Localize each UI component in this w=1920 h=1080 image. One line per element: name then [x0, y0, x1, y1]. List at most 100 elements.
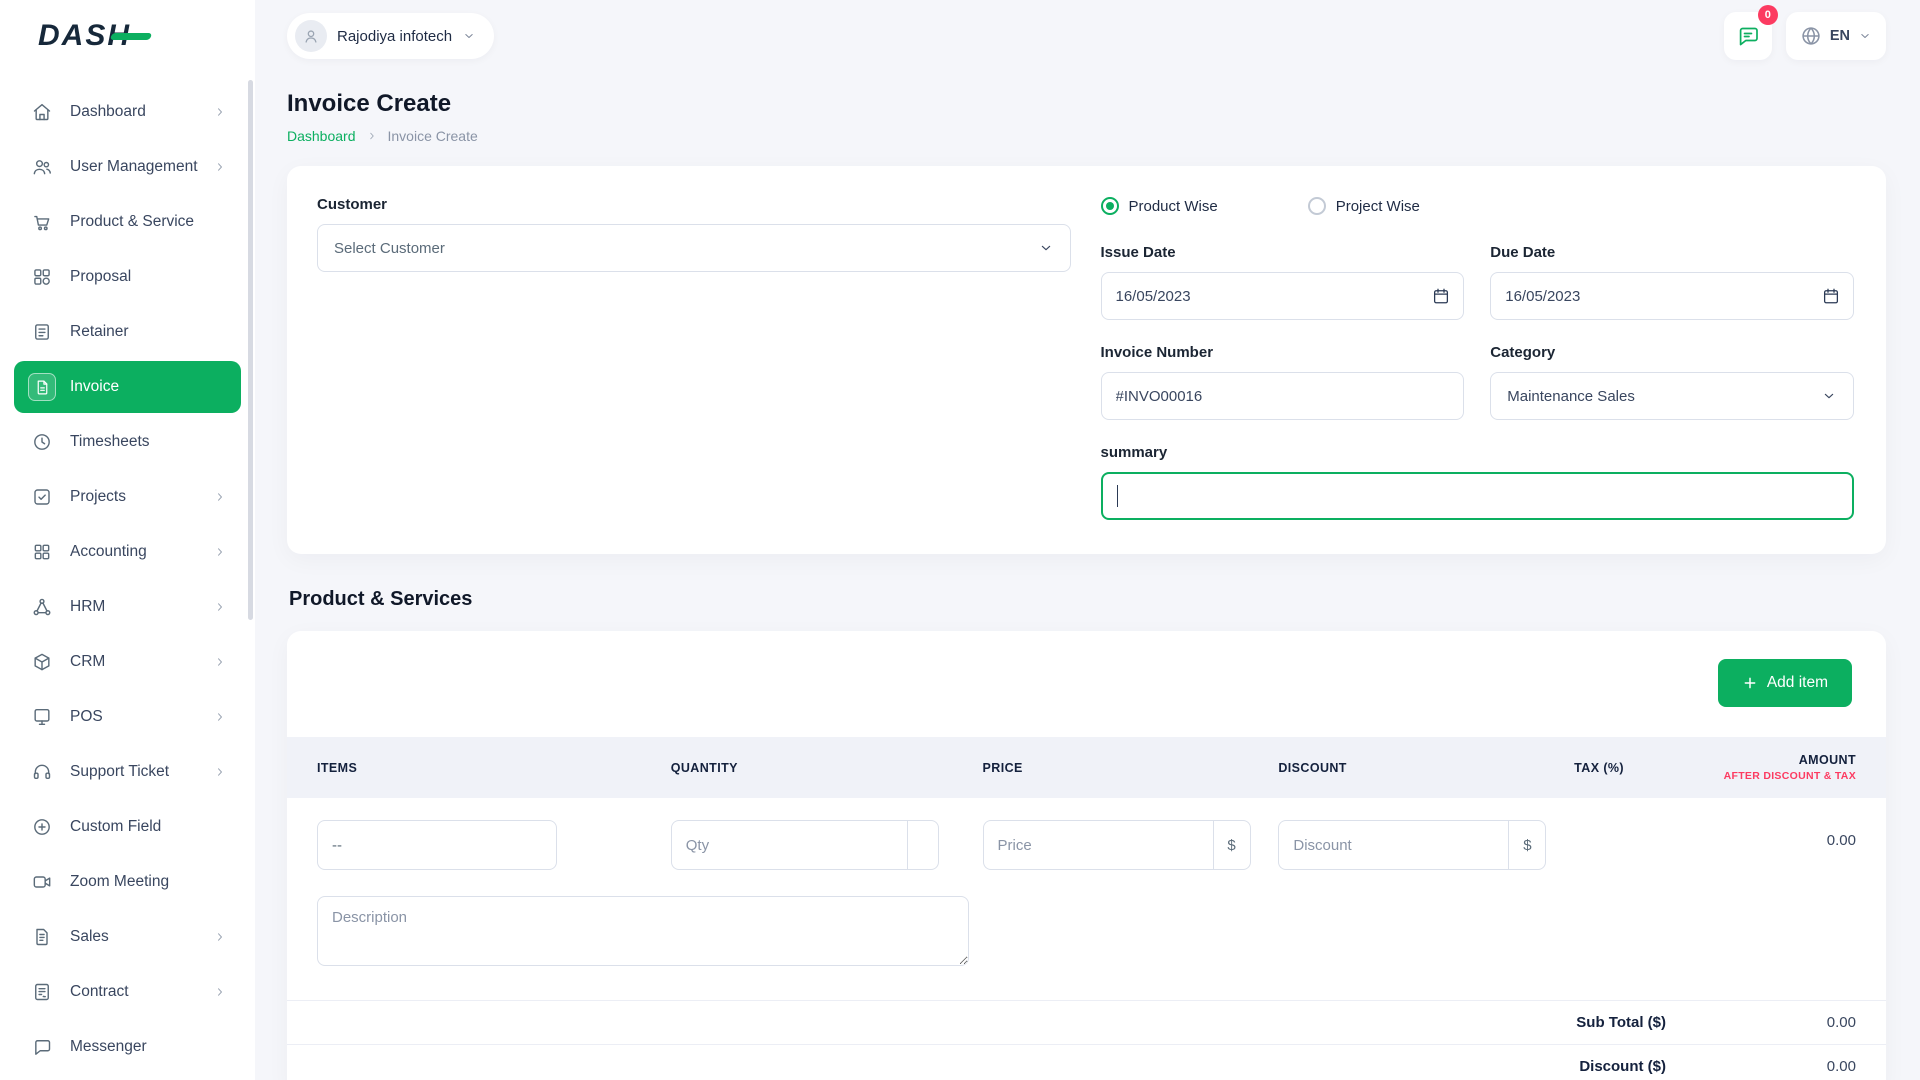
customer-select[interactable]: Select Customer	[317, 224, 1071, 272]
discount-group: $	[1278, 820, 1546, 870]
subtotal-row: Sub Total ($) 0.00	[287, 1000, 1886, 1044]
page-title: Invoice Create	[287, 90, 1886, 118]
sidebar-nav: Dashboard User Management Product & Serv…	[0, 72, 255, 1073]
chevron-right-icon	[213, 545, 227, 559]
messages-badge: 0	[1758, 5, 1778, 25]
due-date-field: Due Date 16/05/2023	[1490, 244, 1854, 320]
category-select[interactable]: Maintenance Sales	[1490, 372, 1854, 420]
category-field: Category Maintenance Sales	[1490, 344, 1854, 420]
logo-dash-icon	[110, 33, 152, 40]
sidebar-item-label: Dashboard	[70, 103, 146, 121]
chevron-right-icon	[213, 600, 227, 614]
quantity-input[interactable]	[671, 820, 907, 870]
top-header: Rajodiya infotech 0 EN	[255, 0, 1920, 72]
radio-unchecked-icon	[1308, 197, 1326, 215]
message-icon	[1736, 24, 1760, 48]
cart-icon	[28, 208, 56, 236]
price-input[interactable]	[983, 820, 1213, 870]
breadcrumb: Dashboard Invoice Create	[287, 128, 1886, 144]
home-icon	[28, 98, 56, 126]
subtotal-value: 0.00	[1666, 1014, 1856, 1031]
sidebar-item-label: Contract	[70, 983, 129, 1001]
subtotal-label: Sub Total ($)	[1576, 1014, 1666, 1031]
col-tax: TAX (%)	[1574, 737, 1718, 798]
product-wise-radio[interactable]: Product Wise	[1101, 197, 1218, 215]
language-label: EN	[1830, 28, 1850, 44]
items-table: ITEMS QUANTITY PRICE DISCOUNT TAX (%) AM…	[287, 737, 1886, 1000]
sidebar-item-zoom-meeting[interactable]: Zoom Meeting	[14, 856, 241, 908]
chevron-right-icon	[213, 930, 227, 944]
sidebar-item-user-management[interactable]: User Management	[14, 141, 241, 193]
chevron-right-icon	[366, 130, 378, 142]
breadcrumb-dashboard-link[interactable]: Dashboard	[287, 128, 356, 144]
sidebar-item-label: Messenger	[70, 1038, 147, 1056]
page-content: Invoice Create Dashboard Invoice Create …	[255, 72, 1920, 1080]
sidebar-item-label: Support Ticket	[70, 763, 169, 781]
item-select-input[interactable]	[317, 820, 557, 870]
sidebar-item-timesheets[interactable]: Timesheets	[14, 416, 241, 468]
sidebar-item-label: Proposal	[70, 268, 131, 286]
item-row: $ $ 0.00	[287, 798, 1886, 870]
summary-input[interactable]	[1101, 472, 1855, 520]
sidebar-item-label: Accounting	[70, 543, 147, 561]
note-icon	[28, 318, 56, 346]
sidebar-item-projects[interactable]: Projects	[14, 471, 241, 523]
messages-button[interactable]: 0	[1724, 12, 1772, 60]
sidebar-item-dashboard[interactable]: Dashboard	[14, 86, 241, 138]
sidebar: DASH Dashboard User Management Product &…	[0, 0, 255, 1080]
sidebar-item-product-service[interactable]: Product & Service	[14, 196, 241, 248]
sidebar-item-messenger[interactable]: Messenger	[14, 1021, 241, 1073]
calendar-icon	[1822, 287, 1840, 305]
brand-logo[interactable]: DASH	[38, 19, 151, 53]
workspace-selector[interactable]: Rajodiya infotech	[287, 13, 494, 59]
chevron-down-icon	[1821, 388, 1837, 404]
language-selector[interactable]: EN	[1786, 12, 1886, 60]
product-wise-label: Product Wise	[1129, 198, 1218, 215]
summary-label: summary	[1101, 444, 1855, 461]
sidebar-item-sales[interactable]: Sales	[14, 911, 241, 963]
add-item-button[interactable]: Add item	[1718, 659, 1852, 707]
sidebar-item-custom-field[interactable]: Custom Field	[14, 801, 241, 853]
sidebar-item-invoice[interactable]: Invoice	[14, 361, 241, 413]
issue-date-input[interactable]: 16/05/2023	[1101, 272, 1465, 320]
invoice-type-radios: Product Wise Project Wise	[1101, 196, 1855, 216]
issue-date-value: 16/05/2023	[1116, 288, 1191, 305]
chat-icon	[28, 1033, 56, 1061]
description-textarea[interactable]	[317, 896, 969, 966]
logo-row: DASH	[0, 0, 255, 72]
app-root: DASH Dashboard User Management Product &…	[0, 0, 1920, 1080]
sidebar-item-hrm[interactable]: HRM	[14, 581, 241, 633]
invoice-number-input[interactable]	[1101, 372, 1465, 420]
due-date-input[interactable]: 16/05/2023	[1490, 272, 1854, 320]
sidebar-item-crm[interactable]: CRM	[14, 636, 241, 688]
sidebar-item-contract[interactable]: Contract	[14, 966, 241, 1018]
discount-total-value: 0.00	[1666, 1058, 1856, 1075]
avatar	[295, 20, 327, 52]
video-icon	[28, 868, 56, 896]
project-wise-radio[interactable]: Project Wise	[1308, 197, 1420, 215]
chevron-down-icon	[1858, 29, 1872, 43]
col-price: PRICE	[983, 737, 1279, 798]
sidebar-scrollbar[interactable]	[248, 80, 253, 620]
workspace-name: Rajodiya infotech	[337, 28, 452, 45]
header-actions: 0 EN	[1724, 12, 1886, 60]
discount-input[interactable]	[1278, 820, 1508, 870]
headset-icon	[28, 758, 56, 786]
quantity-stepper[interactable]	[907, 820, 939, 870]
description-row	[287, 870, 1886, 1000]
invoice-details-column: Product Wise Project Wise Issue Date 16/…	[1101, 196, 1855, 520]
grid-dots-icon	[28, 538, 56, 566]
device-icon	[28, 703, 56, 731]
project-wise-label: Project Wise	[1336, 198, 1420, 215]
items-table-header: ITEMS QUANTITY PRICE DISCOUNT TAX (%) AM…	[287, 737, 1886, 798]
sidebar-item-proposal[interactable]: Proposal	[14, 251, 241, 303]
network-icon	[28, 593, 56, 621]
sidebar-item-accounting[interactable]: Accounting	[14, 526, 241, 578]
discount-total-label: Discount ($)	[1579, 1058, 1666, 1075]
invoice-icon	[28, 373, 56, 401]
sidebar-item-support-ticket[interactable]: Support Ticket	[14, 746, 241, 798]
sidebar-item-retainer[interactable]: Retainer	[14, 306, 241, 358]
customer-column: Customer Select Customer	[317, 196, 1071, 520]
chevron-right-icon	[213, 490, 227, 504]
sidebar-item-pos[interactable]: POS	[14, 691, 241, 743]
